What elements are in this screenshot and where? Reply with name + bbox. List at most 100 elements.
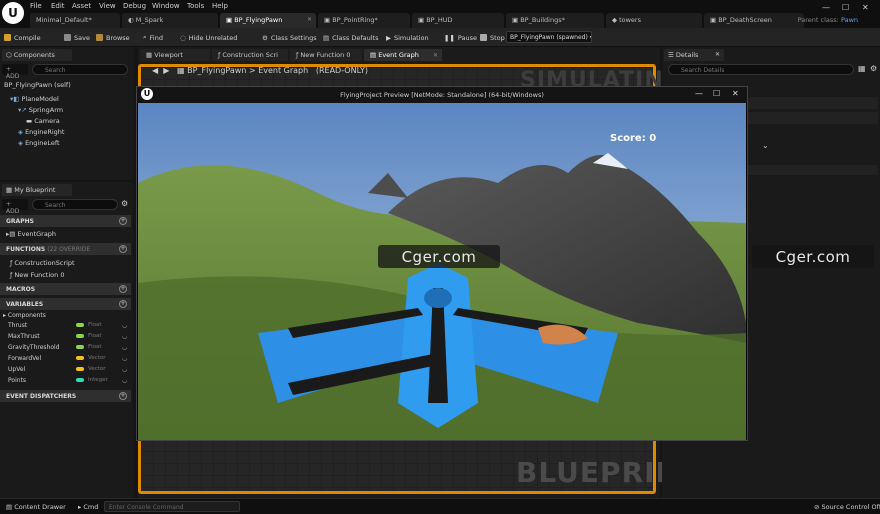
blueprint-icon: ▣ xyxy=(512,16,521,24)
component-camera[interactable]: ▬ Camera xyxy=(26,117,60,125)
breadcrumb-pawn[interactable]: BP_FlyingPawn xyxy=(187,66,246,75)
eye-icon[interactable]: ◡ xyxy=(122,355,127,362)
eye-icon[interactable]: ◡ xyxy=(122,377,127,384)
variable-row-upvel[interactable]: UpVel Vector ◡ xyxy=(8,366,130,373)
variable-row-thrust[interactable]: Thrust Float ◡ xyxy=(8,322,130,329)
my-blueprint-search-input[interactable]: Search xyxy=(32,199,118,210)
maximize-window-icon[interactable]: ☐ xyxy=(713,89,720,98)
event-dispatchers-section-header[interactable]: EVENT DISPATCHERS + xyxy=(0,390,131,402)
functions-section-header[interactable]: FUNCTIONS (22 OVERRIDE + xyxy=(0,243,131,255)
eye-icon[interactable]: ◡ xyxy=(122,366,127,373)
menu-help[interactable]: Help xyxy=(212,2,228,10)
add-dispatcher-icon[interactable]: + xyxy=(119,392,127,400)
close-window-icon[interactable]: ✕ xyxy=(732,89,739,98)
graph-item-eventgraph[interactable]: ▸▤ EventGraph xyxy=(6,230,56,238)
preview-titlebar[interactable]: U FlyingProject Preview [NetMode: Standa… xyxy=(137,87,747,103)
menu-view[interactable]: View xyxy=(99,2,116,10)
unreal-logo-icon[interactable]: U xyxy=(2,2,24,24)
minimize-window-icon[interactable]: — xyxy=(822,3,830,12)
variable-row-forwardvel[interactable]: ForwardVel Vector ◡ xyxy=(8,355,130,362)
compile-button[interactable]: Compile xyxy=(4,31,41,44)
debug-object-select[interactable]: BP_FlyingPawn (spawned) ▾ xyxy=(506,31,592,43)
components-search-input[interactable]: Search xyxy=(32,64,128,75)
menu-file[interactable]: File xyxy=(30,2,42,10)
component-engineleft[interactable]: ◈ EngineLeft xyxy=(18,139,60,147)
menu-window[interactable]: Window xyxy=(152,2,180,10)
add-variable-icon[interactable]: + xyxy=(119,300,127,308)
doc-tab-bp-hud[interactable]: ▣ BP_HUD xyxy=(412,13,504,28)
doc-tab-bp-pointring[interactable]: ▣ BP_PointRing* xyxy=(318,13,410,28)
component-planemodel[interactable]: ▾◧ PlaneModel xyxy=(10,95,59,103)
variable-row-maxthrust[interactable]: MaxThrust Float ◡ xyxy=(8,333,130,340)
macros-section-header[interactable]: MACROS + xyxy=(0,283,131,295)
details-tab[interactable]: ☰ Details ✕ xyxy=(664,49,724,61)
tab-event-graph[interactable]: ▤ Event Graph ✕ xyxy=(364,49,442,61)
pause-button[interactable]: ❚❚ Pause xyxy=(444,31,477,44)
doc-tab-bp-buildings[interactable]: ▣ BP_Buildings* xyxy=(506,13,604,28)
tab-new-function-0[interactable]: ƒ New Function 0 xyxy=(290,49,362,61)
doc-tab-bp-deathscreen[interactable]: ▣ BP_DeathScreen xyxy=(704,13,804,28)
class-settings-button[interactable]: ⚙ Class Settings xyxy=(262,31,317,44)
maximize-window-icon[interactable]: ☐ xyxy=(842,3,849,12)
console-command-input[interactable]: Enter Console Command xyxy=(104,501,240,512)
tab-viewport[interactable]: ▦ Viewport xyxy=(140,49,210,61)
simulation-button[interactable]: ▶ Simulation xyxy=(386,31,429,44)
doc-tab-m-spark[interactable]: ◐ M_Spark xyxy=(122,13,218,28)
stop-button[interactable]: Stop xyxy=(480,31,505,44)
close-icon[interactable]: ✕ xyxy=(433,52,438,59)
add-graph-icon[interactable]: + xyxy=(119,217,127,225)
add-function-icon[interactable]: + xyxy=(119,245,127,253)
cmd-button[interactable]: ▸ Cmd xyxy=(78,503,98,511)
variable-row-gravitythreshold[interactable]: GravityThreshold Float ◡ xyxy=(8,344,130,351)
parent-class-label: Parent class: Pawn xyxy=(797,16,858,24)
breadcrumb-graph[interactable]: Event Graph xyxy=(258,66,308,75)
menu-debug[interactable]: Debug xyxy=(123,2,146,10)
class-defaults-button[interactable]: ▤ Class Defaults xyxy=(323,31,378,44)
add-macro-icon[interactable]: + xyxy=(119,285,127,293)
back-arrow-icon[interactable]: ◀ xyxy=(152,66,158,75)
eye-icon[interactable]: ◡ xyxy=(122,333,127,340)
gear-icon[interactable]: ⚙ xyxy=(121,199,128,208)
add-member-button[interactable]: + ADD xyxy=(2,199,28,215)
hide-unrelated-button[interactable]: ◌ Hide Unrelated xyxy=(180,31,237,44)
chevron-down-icon[interactable]: ⌄ xyxy=(762,141,769,150)
component-root[interactable]: BP_FlyingPawn (self) xyxy=(4,81,71,89)
variables-components-group[interactable]: ▸ Components xyxy=(3,312,46,319)
components-tab[interactable]: ⬡ Components xyxy=(2,49,72,61)
save-button[interactable]: Save xyxy=(64,31,90,44)
menu-edit[interactable]: Edit xyxy=(51,2,65,10)
variables-section-header[interactable]: VARIABLES + xyxy=(0,298,131,310)
close-icon[interactable]: ✕ xyxy=(715,51,720,58)
tab-construction-script[interactable]: ƒ Construction Scri xyxy=(212,49,288,61)
doc-tab-minimal-default[interactable]: Minimal_Default* xyxy=(30,13,120,28)
variable-row-points[interactable]: Points Integer ◡ xyxy=(8,377,130,384)
eye-icon[interactable]: ◡ xyxy=(122,322,127,329)
function-item-newfunction0[interactable]: ƒ New Function 0 xyxy=(10,271,64,279)
add-component-button[interactable]: + ADD xyxy=(2,64,28,80)
doc-tab-towers[interactable]: ◆ towers xyxy=(606,13,702,28)
browse-button[interactable]: Browse xyxy=(96,31,130,44)
component-springarm[interactable]: ▾↗ SpringArm xyxy=(18,106,63,114)
grid-view-icon[interactable]: ▦ xyxy=(858,64,866,73)
find-button[interactable]: ⌕ Find xyxy=(143,31,163,44)
my-blueprint-tab[interactable]: ▦ My Blueprint xyxy=(2,184,72,196)
doc-tab-bp-flyingpawn[interactable]: ▣ BP_FlyingPawn ✕ xyxy=(220,13,316,28)
content-drawer-button[interactable]: ▤ Content Drawer xyxy=(6,503,66,511)
gear-icon[interactable]: ⚙ xyxy=(870,64,877,73)
details-search-input[interactable]: Search Details xyxy=(668,64,854,75)
parent-class-value[interactable]: Pawn xyxy=(841,16,858,24)
eye-icon[interactable]: ◡ xyxy=(122,344,127,351)
function-item-constructionscript[interactable]: ƒ ConstructionScript xyxy=(10,259,75,267)
hide-icon: ◌ xyxy=(180,33,186,42)
source-control-button[interactable]: ⊘ Source Control Off xyxy=(814,503,880,511)
graphs-section-header[interactable]: GRAPHS + xyxy=(0,215,131,227)
source-control-icon: ⊘ xyxy=(814,503,822,511)
component-engineright[interactable]: ◈ EngineRight xyxy=(18,128,64,136)
minimize-window-icon[interactable]: — xyxy=(695,89,703,98)
menu-asset[interactable]: Asset xyxy=(72,2,91,10)
close-icon[interactable]: ✕ xyxy=(307,16,312,23)
game-viewport[interactable]: Score: 0 xyxy=(138,103,746,440)
menu-tools[interactable]: Tools xyxy=(187,2,204,10)
forward-arrow-icon[interactable]: ▶ xyxy=(163,66,169,75)
close-window-icon[interactable]: ✕ xyxy=(862,3,869,12)
